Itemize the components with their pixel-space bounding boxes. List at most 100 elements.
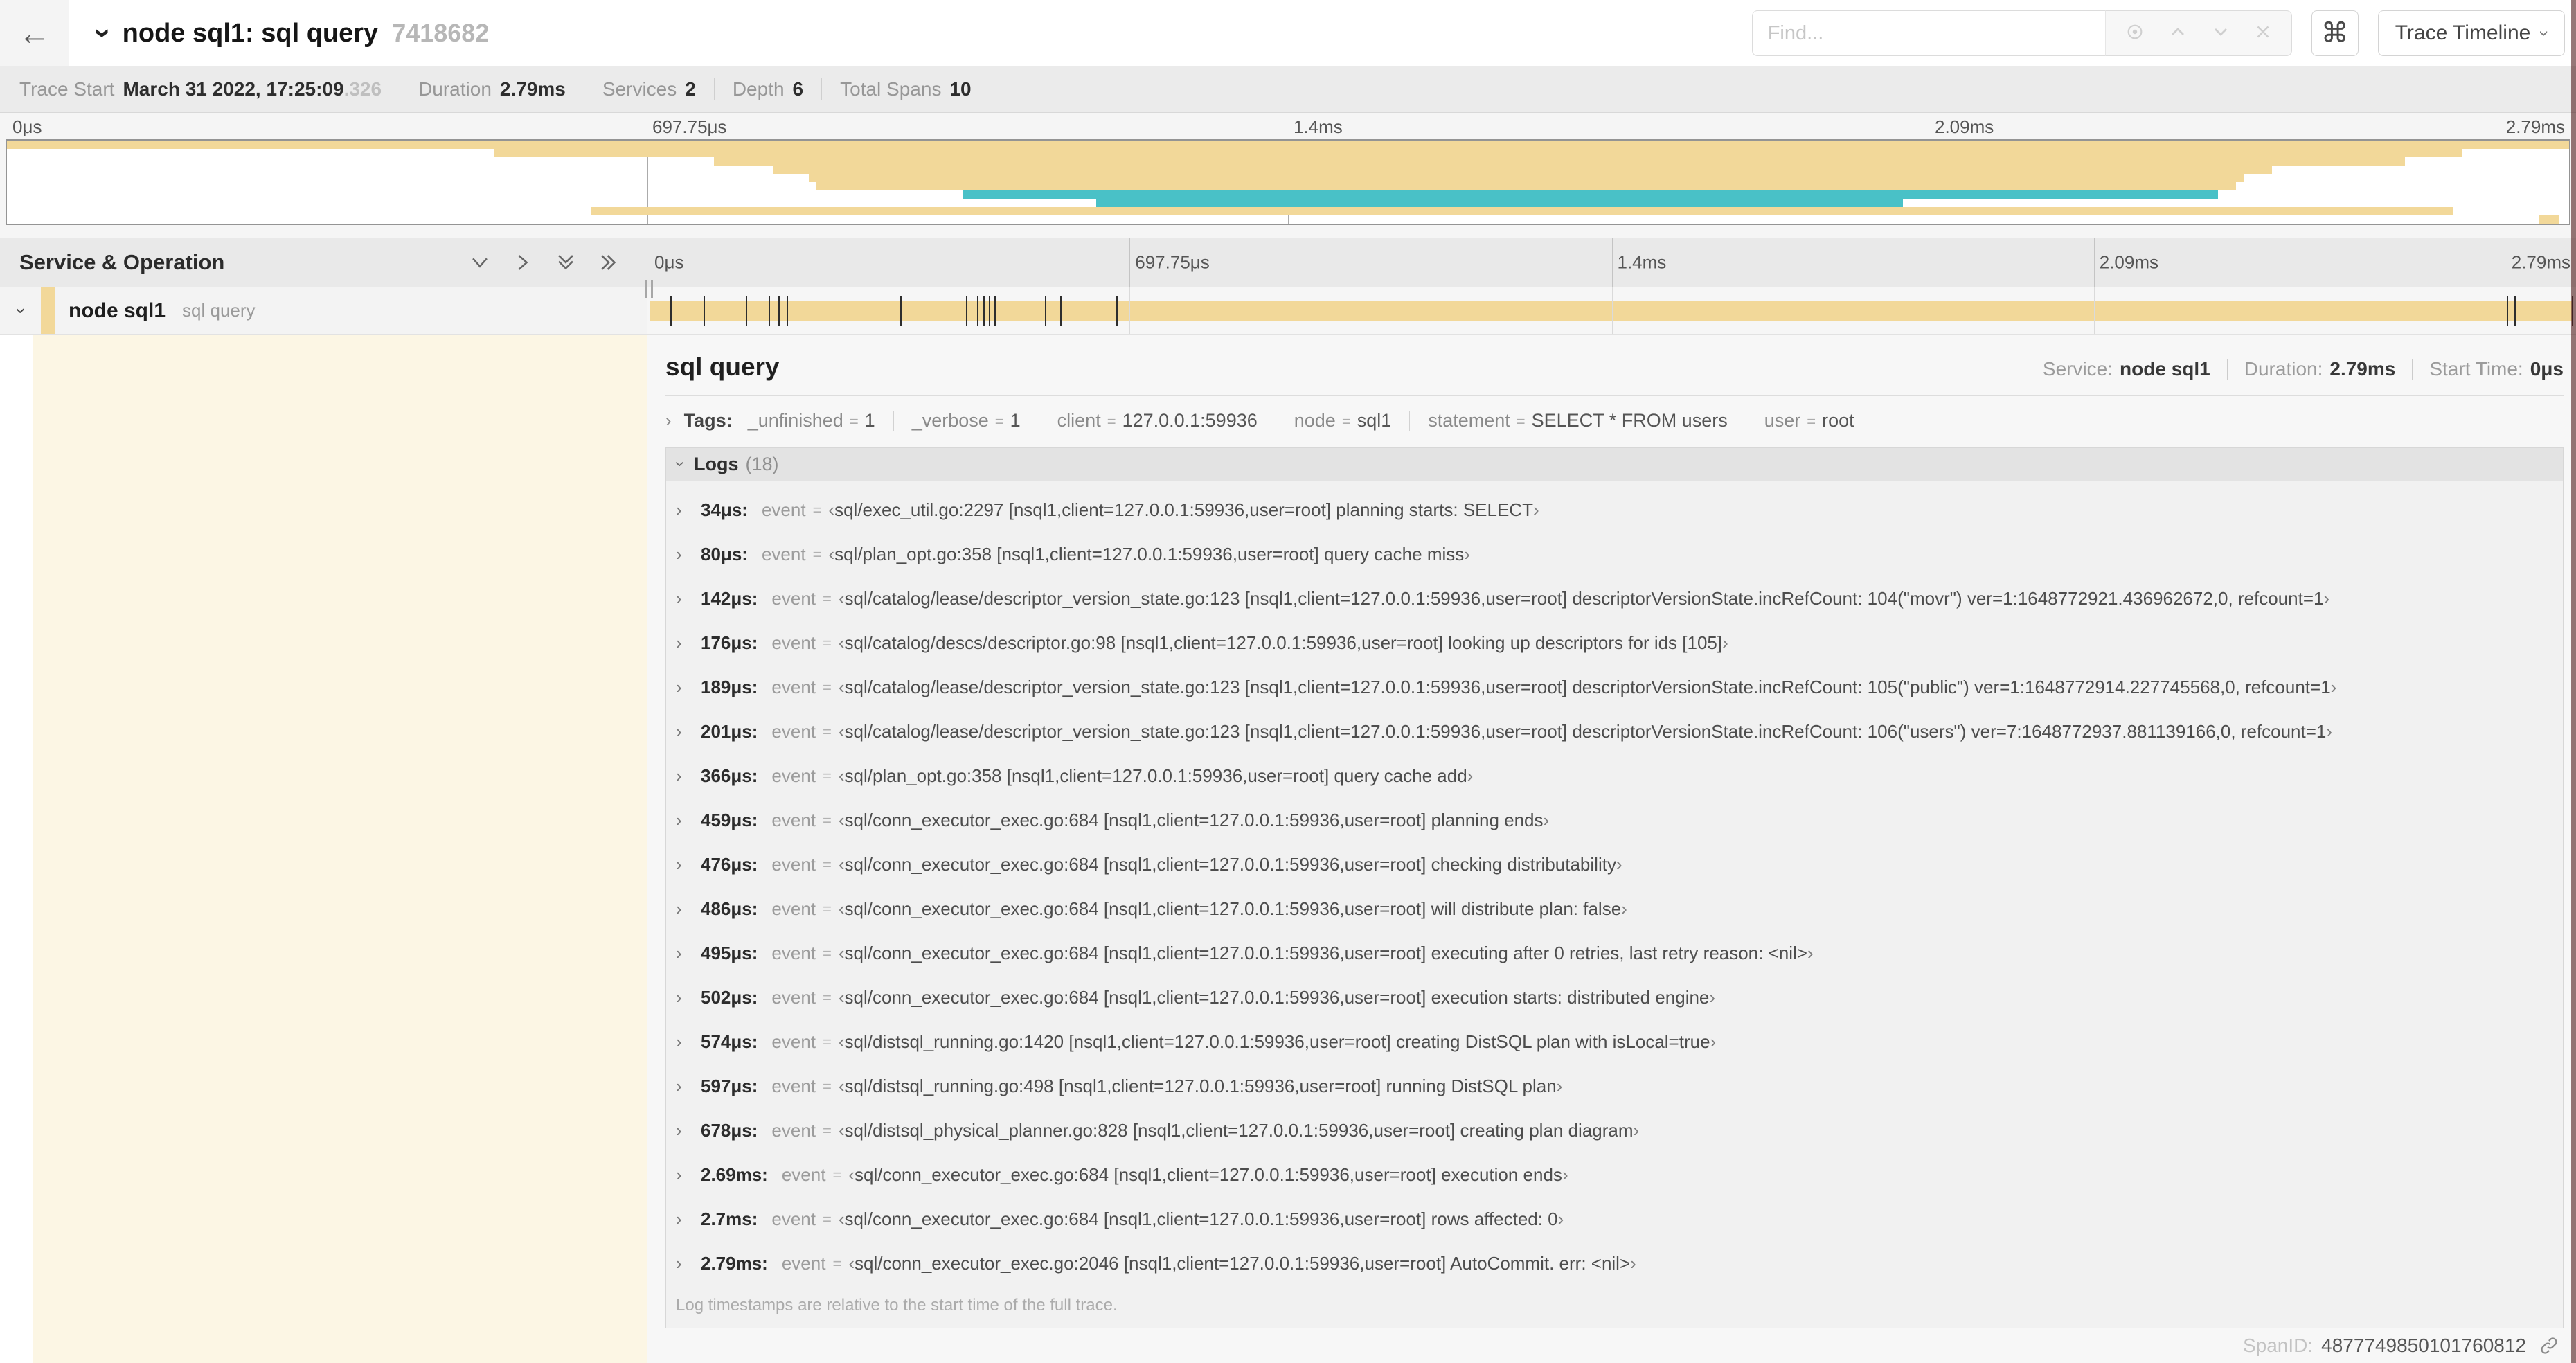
span-detail-panel: sql query Service: node sql1 Duration: 2… xyxy=(647,335,2576,1363)
log-field-key: event xyxy=(771,987,816,1008)
page-title: node sql1: sql query xyxy=(122,18,379,48)
log-timestamp: 201μs: xyxy=(701,721,758,742)
clear-search-icon[interactable] xyxy=(2253,21,2273,46)
logs-accordion: › Logs (18) › 34μs: event = ‹sql/exec_util.g… xyxy=(665,447,2564,1328)
span-operation-name: sql query xyxy=(182,300,256,321)
log-row[interactable]: › 80μs: event = ‹sql/plan_opt.go:358 [nsql1,… xyxy=(676,533,2563,577)
tag-item[interactable]: _unfinished = 1 xyxy=(748,410,875,431)
log-text: sql/catalog/lease/descriptor_version_sta… xyxy=(844,588,2324,609)
log-timestamp: 176μs: xyxy=(701,632,758,654)
log-field-key: event xyxy=(771,721,816,742)
log-row[interactable]: › 495μs: event = ‹sql/conn_executor_exec.go:… xyxy=(676,932,2563,976)
log-field-value: ‹sql/conn_executor_exec.go:684 [nsql1,cl… xyxy=(839,1209,1564,1230)
stat-separator xyxy=(2226,359,2228,380)
log-text: sql/distsql_physical_planner.go:828 [nsq… xyxy=(844,1120,1634,1141)
chevron-right-icon: › xyxy=(676,1164,682,1186)
log-row[interactable]: › 176μs: event = ‹sql/catalog/descs/descript… xyxy=(676,621,2563,666)
time-axis-label: 697.75μs xyxy=(652,116,727,137)
prev-result-icon[interactable] xyxy=(2167,21,2189,46)
locate-icon[interactable] xyxy=(2124,21,2146,46)
log-field-key: event xyxy=(771,588,816,609)
log-row[interactable]: › 34μs: event = ‹sql/exec_util.go:2297 [nsql… xyxy=(676,488,2563,533)
find-input[interactable] xyxy=(1751,10,2105,56)
logs-header[interactable]: › Logs (18) xyxy=(666,447,2563,481)
log-field-value: ‹sql/conn_executor_exec.go:684 [nsql1,cl… xyxy=(839,854,1622,875)
log-marker-tick xyxy=(1059,296,1062,326)
log-timestamp: 80μs: xyxy=(701,544,748,565)
back-button[interactable]: ← xyxy=(0,0,69,66)
span-row-timeline[interactable] xyxy=(647,287,2576,334)
tags-accordion[interactable]: › Tags: _unfinished = 1 _verbose = 1 client = 12… xyxy=(665,410,2564,432)
close-quote-icon: › xyxy=(1557,1209,1564,1230)
chevron-right-icon: › xyxy=(665,410,672,431)
deep-link-icon[interactable] xyxy=(2539,1335,2559,1356)
log-field-key: event xyxy=(771,854,816,875)
logs-title: Logs xyxy=(694,453,739,474)
log-row[interactable]: › 574μs: event = ‹sql/distsql_running.go:142… xyxy=(676,1020,2563,1064)
tag-item[interactable]: user = root xyxy=(1764,410,1854,431)
log-row[interactable]: › 366μs: event = ‹sql/plan_opt.go:358 [nsql1… xyxy=(676,754,2563,799)
tag-item[interactable]: _verbose = 1 xyxy=(912,410,1021,431)
next-result-icon[interactable] xyxy=(2210,21,2232,46)
meta-value: 2 xyxy=(685,78,696,100)
log-field-value: ‹sql/plan_opt.go:358 [nsql1,client=127.0… xyxy=(828,544,1470,565)
log-row[interactable]: › 201μs: event = ‹sql/catalog/lease/descript… xyxy=(676,710,2563,754)
keyboard-shortcuts-button[interactable]: ⌘ xyxy=(2311,10,2359,56)
collapse-one-icon[interactable] xyxy=(468,251,492,274)
tag-item[interactable]: statement = SELECT * FROM users xyxy=(1428,410,1728,431)
log-row[interactable]: › 459μs: event = ‹sql/conn_executor_exec.go:… xyxy=(676,799,2563,843)
time-axis-label: 2.79ms xyxy=(2511,251,2570,273)
tag-item[interactable]: node = sql1 xyxy=(1294,410,1391,431)
trace-meta-item: Depth 6 xyxy=(733,78,803,100)
meta-label: Services xyxy=(602,78,677,100)
log-row[interactable]: › 2.79ms: event = ‹sql/conn_executor_exec.go… xyxy=(676,1242,2563,1286)
time-axis-label: 697.75μs xyxy=(1135,251,1210,273)
log-row[interactable]: › 476μs: event = ‹sql/conn_executor_exec.go:… xyxy=(676,843,2563,887)
time-axis-label: 1.4ms xyxy=(1294,116,1343,137)
expand-one-icon[interactable] xyxy=(511,251,535,274)
log-row[interactable]: › 502μs: event = ‹sql/conn_executor_exec.go:… xyxy=(676,976,2563,1020)
minimap-canvas[interactable] xyxy=(6,139,2570,225)
meta-label: Depth xyxy=(732,78,785,100)
log-text: sql/conn_executor_exec.go:684 [nsql1,cli… xyxy=(844,854,1616,875)
trace-view-selector[interactable]: Trace Timeline › xyxy=(2377,10,2565,56)
service-operation-title: Service & Operation xyxy=(19,250,225,274)
tag-item[interactable]: client = 127.0.0.1:59936 xyxy=(1057,410,1258,431)
time-axis-label: 0μs xyxy=(654,251,684,273)
log-row[interactable]: › 2.7ms: event = ‹sql/conn_executor_exec.go:… xyxy=(676,1197,2563,1242)
log-field-key: event xyxy=(761,544,806,565)
trace-collapse-chevron-icon[interactable]: › xyxy=(87,28,120,39)
log-row[interactable]: › 597μs: event = ‹sql/distsql_running.go:498… xyxy=(676,1064,2563,1109)
equals-sign: = xyxy=(812,501,822,519)
span-name-cell[interactable]: › node sql1 sql query xyxy=(0,287,647,334)
view-selector-label: Trace Timeline xyxy=(2395,21,2531,44)
log-row[interactable]: › 2.69ms: event = ‹sql/conn_executor_exec.go… xyxy=(676,1153,2563,1197)
log-row[interactable]: › 678μs: event = ‹sql/distsql_physical_plann… xyxy=(676,1109,2563,1153)
expand-all-icon[interactable] xyxy=(597,251,620,274)
log-field-value: ‹sql/conn_executor_exec.go:684 [nsql1,cl… xyxy=(839,943,1814,964)
log-row[interactable]: › 189μs: event = ‹sql/catalog/lease/descript… xyxy=(676,666,2563,710)
span-collapse-chevron-icon[interactable]: › xyxy=(10,308,32,314)
log-text: sql/conn_executor_exec.go:684 [nsql1,cli… xyxy=(844,810,1544,831)
tag-value: SELECT * FROM users xyxy=(1531,410,1728,431)
log-row[interactable]: › 142μs: event = ‹sql/catalog/lease/descript… xyxy=(676,577,2563,621)
meta-separator xyxy=(821,78,823,100)
log-field-value: ‹sql/distsql_running.go:498 [nsql1,clien… xyxy=(839,1076,1563,1097)
open-quote-icon: ‹ xyxy=(838,854,845,875)
open-quote-icon: ‹ xyxy=(838,721,845,742)
service-value: node sql1 xyxy=(2120,358,2210,380)
chevron-right-icon: › xyxy=(676,1076,682,1097)
log-field-key: event xyxy=(771,1209,816,1230)
close-quote-icon: › xyxy=(1467,765,1474,787)
log-timestamp: 2.69ms: xyxy=(701,1164,768,1186)
log-row[interactable]: › 486μs: event = ‹sql/conn_executor_exec.go:… xyxy=(676,887,2563,932)
timeline-ruler: 0μs 697.75μs 1.4ms 2.09ms 2.79ms xyxy=(647,238,2576,287)
column-resize-handle[interactable] xyxy=(645,280,653,298)
log-field-value: ‹sql/conn_executor_exec.go:2046 [nsql1,c… xyxy=(848,1253,1636,1274)
equals-sign: = xyxy=(823,1033,832,1051)
find-group xyxy=(1751,10,2292,56)
vertical-scrollbar[interactable] xyxy=(2571,0,2576,1363)
collapse-all-icon[interactable] xyxy=(554,251,578,274)
equals-sign: = xyxy=(994,413,1004,431)
open-quote-icon: ‹ xyxy=(838,1120,845,1141)
